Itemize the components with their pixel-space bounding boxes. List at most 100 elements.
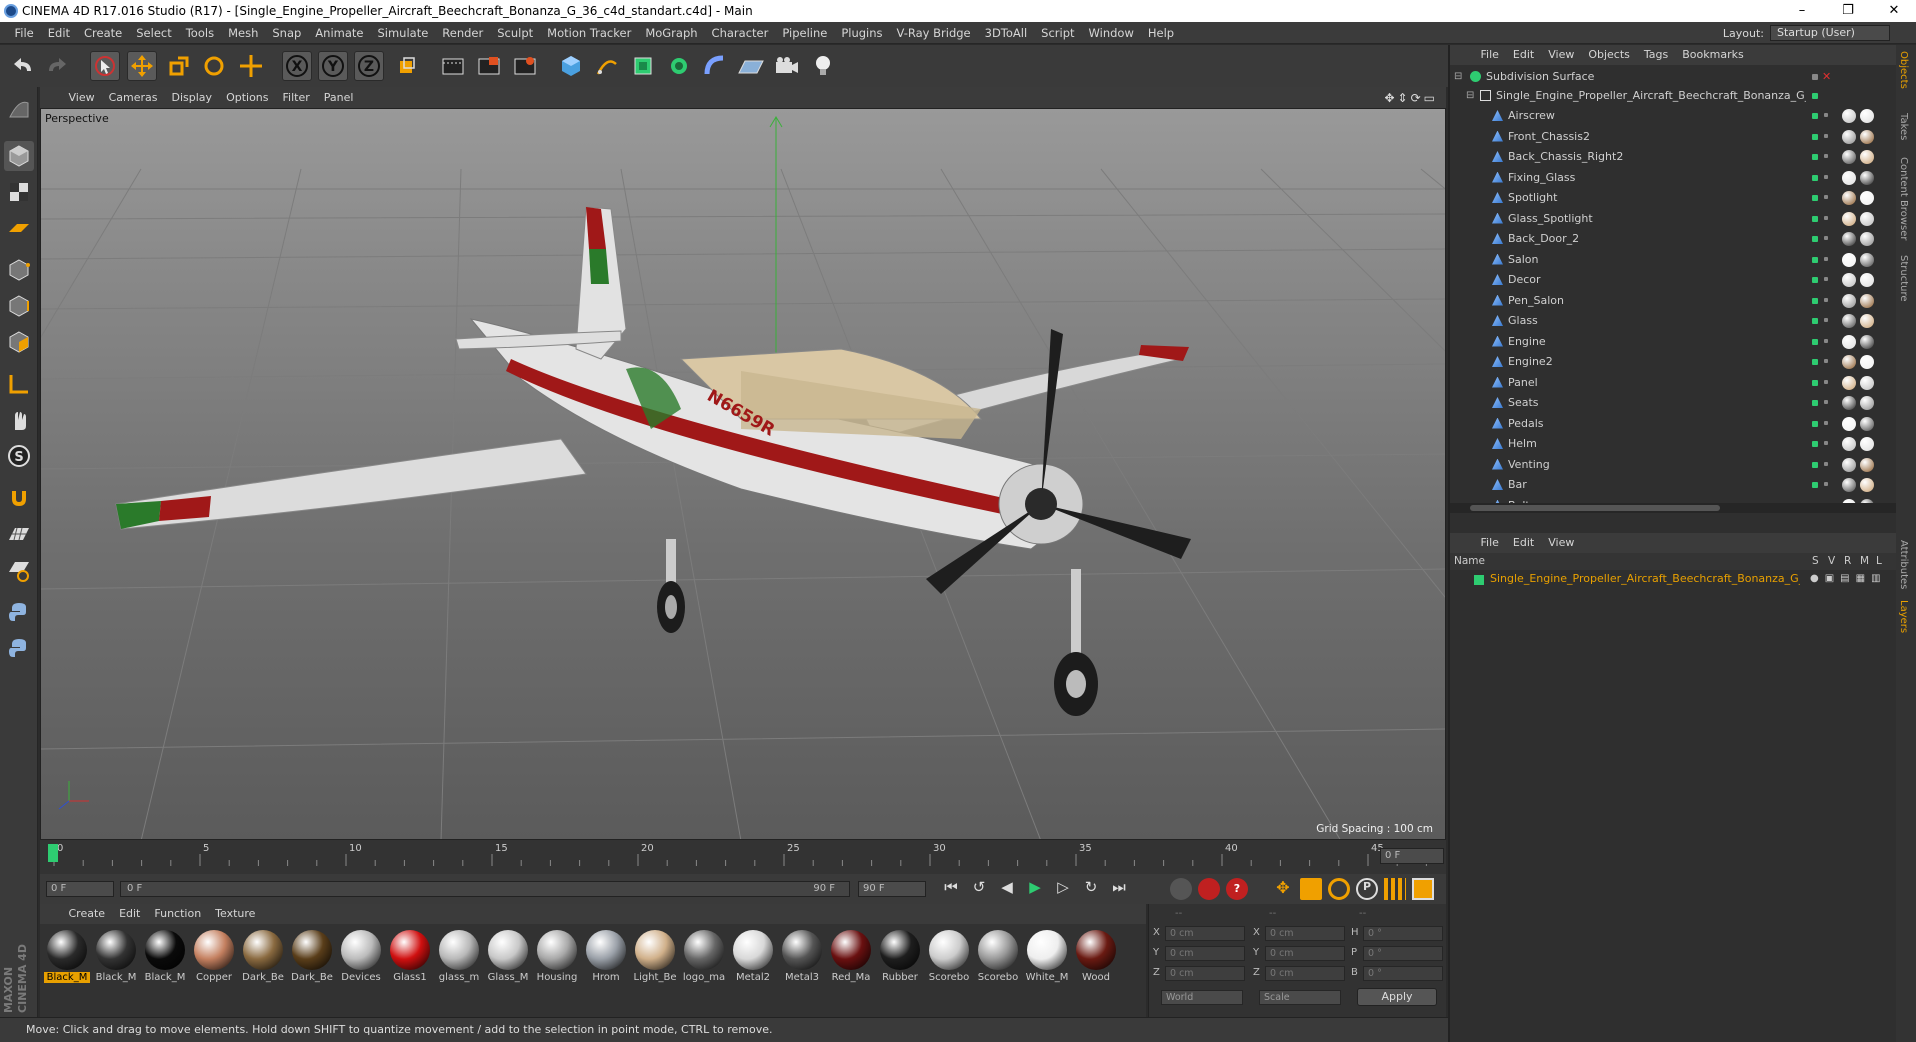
layer-color-dot[interactable]: [1812, 93, 1818, 99]
visibility-dot[interactable]: [1824, 133, 1828, 138]
coord-rot-field[interactable]: 0 °: [1363, 926, 1443, 941]
object-row[interactable]: Venting: [1450, 455, 1896, 475]
select-tool-icon[interactable]: [90, 51, 120, 81]
material-tag-icon[interactable]: [1842, 396, 1856, 410]
cloner-icon[interactable]: [664, 51, 694, 81]
object-menu-bookmarks[interactable]: Bookmarks: [1675, 45, 1750, 65]
points-mode-icon[interactable]: [4, 255, 34, 285]
layer-color-swatch[interactable]: [1474, 575, 1484, 585]
tab-takes[interactable]: Takes: [1898, 113, 1909, 140]
light-icon[interactable]: [808, 51, 838, 81]
editor-visibility-dot[interactable]: [1812, 74, 1818, 80]
visibility-dot[interactable]: [1824, 277, 1828, 281]
current-frame-field[interactable]: 0 F: [1380, 848, 1444, 864]
menu-create[interactable]: Create: [77, 22, 129, 44]
collapse-icon[interactable]: ⊟: [1454, 67, 1462, 87]
material-tag-icon[interactable]: [1842, 478, 1856, 492]
key-position-icon[interactable]: ✥: [1272, 878, 1294, 900]
material-swatch[interactable]: Red_Ma: [828, 928, 874, 988]
material-swatch[interactable]: Rubber: [877, 928, 923, 988]
object-row[interactable]: Pen_Salon: [1450, 291, 1896, 311]
material-menu-create[interactable]: Create: [62, 904, 113, 924]
minimize-button[interactable]: –: [1780, 0, 1824, 22]
render-view-icon[interactable]: [438, 51, 468, 81]
material-swatch[interactable]: Metal3: [779, 928, 825, 988]
layer-color-dot[interactable]: [1812, 461, 1818, 468]
x-axis-lock-icon[interactable]: X: [282, 51, 312, 81]
python-script-2-icon[interactable]: [4, 633, 34, 663]
material-swatch[interactable]: glass_m: [436, 928, 482, 988]
layer-color-dot[interactable]: [1812, 400, 1818, 406]
object-row[interactable]: Engine: [1450, 332, 1896, 352]
visibility-dot[interactable]: [1824, 113, 1828, 117]
key-rotation-icon[interactable]: [1328, 878, 1350, 900]
edges-mode-icon[interactable]: [4, 291, 34, 321]
live-selection-icon[interactable]: [236, 51, 266, 81]
layer-color-dot[interactable]: [1812, 482, 1818, 488]
viewport-menu-panel[interactable]: Panel: [317, 87, 361, 108]
viewport-menu-cameras[interactable]: Cameras: [102, 87, 165, 108]
menu-motion-tracker[interactable]: Motion Tracker: [540, 22, 638, 44]
menu-mograph[interactable]: MoGraph: [638, 22, 704, 44]
subdivision-surface-icon[interactable]: [628, 51, 658, 81]
move-tool-icon[interactable]: [127, 51, 157, 81]
texture-tag-icon[interactable]: [1860, 109, 1874, 123]
texture-tag-icon[interactable]: [1860, 334, 1874, 349]
visibility-dot[interactable]: [1824, 174, 1828, 179]
menu-tools[interactable]: Tools: [179, 22, 221, 44]
texture-tag-icon[interactable]: [1860, 314, 1874, 328]
material-swatch[interactable]: Dark_Be: [240, 928, 286, 988]
tab-attributes[interactable]: Attributes: [1898, 540, 1909, 589]
menu-file[interactable]: File: [8, 22, 41, 44]
visibility-dot[interactable]: [1824, 441, 1828, 445]
viewport-3d[interactable]: N6659R Perspective Grid Spacing : 100 cm: [40, 108, 1446, 840]
layer-color-dot[interactable]: [1812, 113, 1818, 119]
texture-tag-icon[interactable]: [1860, 293, 1874, 308]
object-row-group[interactable]: ⊟ Single_Engine_Propeller_Aircraft_Beech…: [1450, 86, 1896, 106]
layer-color-dot[interactable]: [1812, 359, 1818, 365]
visibility-dot[interactable]: [1824, 461, 1828, 466]
material-swatch[interactable]: Scorebo: [975, 928, 1021, 988]
close-button[interactable]: ✕: [1872, 0, 1916, 22]
material-tag-icon[interactable]: [1842, 416, 1856, 431]
layer-color-dot[interactable]: [1812, 441, 1818, 447]
layer-color-dot[interactable]: [1812, 338, 1818, 345]
menu-window[interactable]: Window: [1082, 22, 1141, 44]
coord-pos-field[interactable]: 0 cm: [1165, 926, 1245, 941]
y-axis-lock-icon[interactable]: Y: [318, 51, 348, 81]
visibility-dot[interactable]: [1824, 297, 1828, 302]
material-tag-icon[interactable]: [1842, 150, 1856, 164]
material-tag-icon[interactable]: [1842, 314, 1856, 328]
tab-structure[interactable]: Structure: [1898, 255, 1909, 302]
menu-pipeline[interactable]: Pipeline: [775, 22, 834, 44]
polygons-mode-icon[interactable]: [4, 327, 34, 357]
visibility-dot[interactable]: [1824, 359, 1828, 363]
scale-tool-icon[interactable]: [164, 51, 194, 81]
object-row[interactable]: Glass: [1450, 311, 1896, 331]
cube-primitive-icon[interactable]: [556, 51, 586, 81]
material-tag-icon[interactable]: [1842, 109, 1856, 123]
object-menu-tags[interactable]: Tags: [1637, 45, 1675, 65]
next-frame-icon[interactable]: ▷: [1052, 878, 1074, 896]
material-tag-icon[interactable]: [1842, 355, 1856, 369]
go-to-end-icon[interactable]: ⏭: [1108, 878, 1130, 896]
material-swatch[interactable]: Wood: [1073, 928, 1119, 988]
material-swatch[interactable]: Black_M: [93, 928, 139, 988]
floor-icon[interactable]: [736, 51, 766, 81]
record-icon[interactable]: [1198, 878, 1220, 900]
material-tag-icon[interactable]: [1842, 211, 1856, 226]
material-swatch[interactable]: White_M: [1024, 928, 1070, 988]
menu-3dtoall[interactable]: 3DToAll: [978, 22, 1035, 44]
layer-color-dot[interactable]: [1812, 236, 1818, 242]
workplane-icon[interactable]: [4, 213, 34, 243]
material-swatch[interactable]: Housing: [534, 928, 580, 988]
object-row[interactable]: Airscrew: [1450, 106, 1896, 126]
material-swatch[interactable]: Black_M: [142, 928, 188, 988]
texture-tag-icon[interactable]: [1860, 437, 1874, 451]
tab-objects[interactable]: Objects: [1898, 51, 1909, 89]
material-tag-icon[interactable]: [1842, 170, 1856, 185]
layer-color-dot[interactable]: [1812, 297, 1818, 304]
layer-color-dot[interactable]: [1812, 195, 1818, 201]
end-frame-field[interactable]: 90 F: [858, 881, 926, 897]
material-swatch[interactable]: Glass_M: [485, 928, 531, 988]
